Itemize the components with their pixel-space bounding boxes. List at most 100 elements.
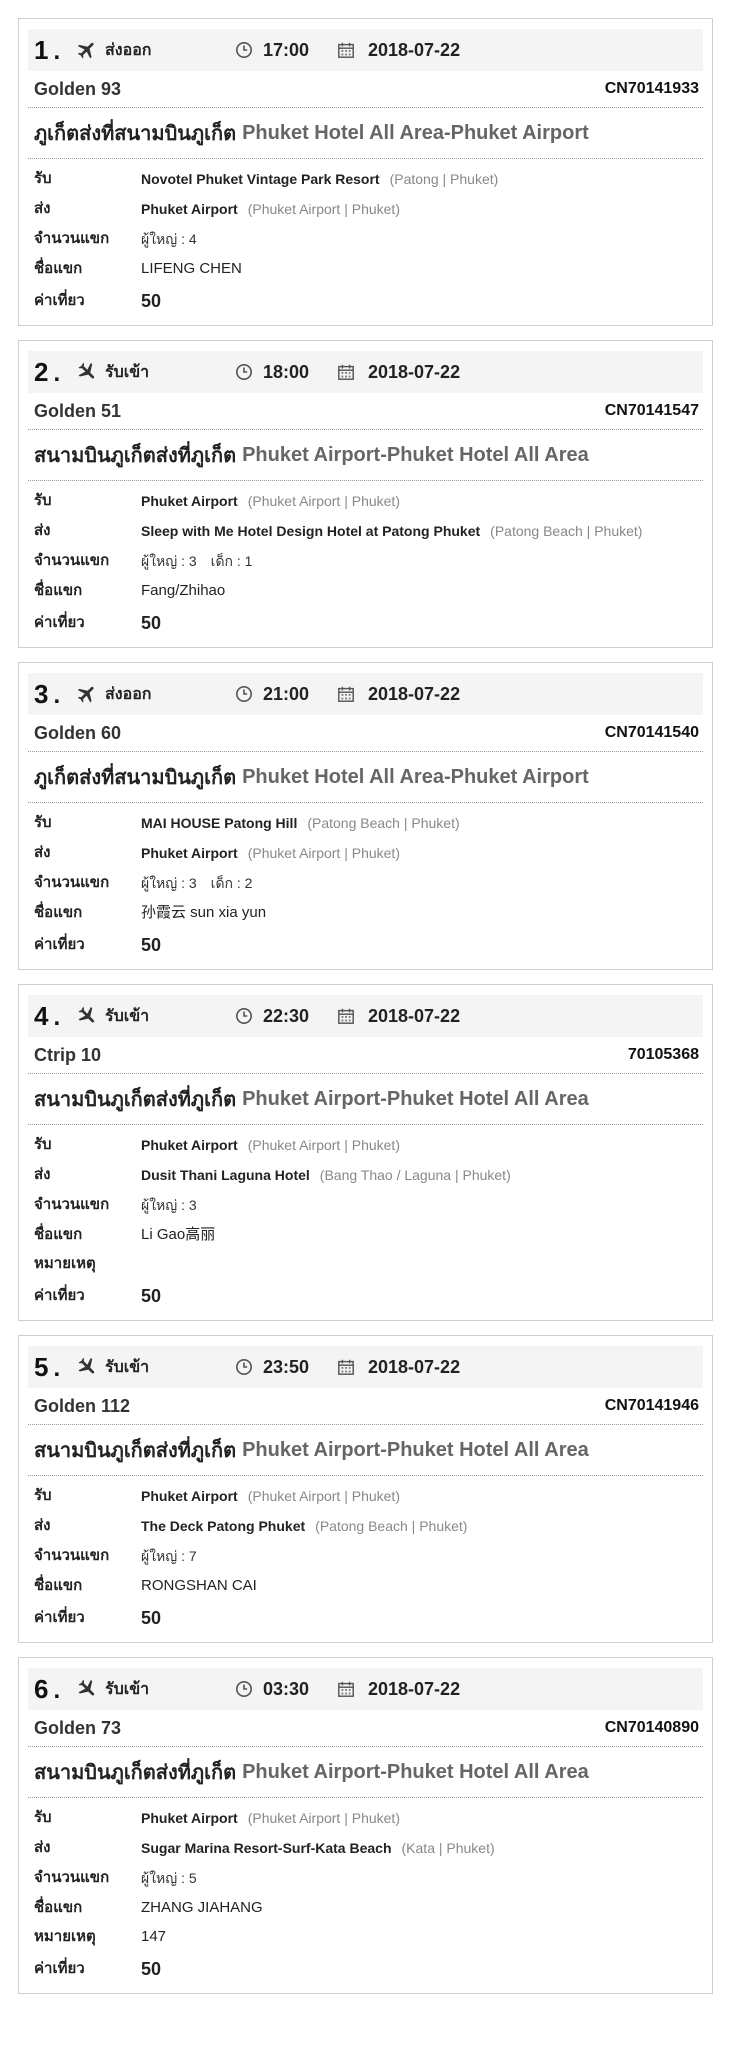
pickup-value: Phuket Airport (Phuket Airport | Phuket) xyxy=(141,491,703,512)
fare-amount: 50 xyxy=(141,1959,162,1979)
guest-count-row: จำนวนแขก ผู้ใหญ่ : 3 เด็ก : 2 xyxy=(34,873,703,894)
booking-number: 5. xyxy=(34,1351,62,1382)
guest-count-label: จำนวนแขก xyxy=(34,874,110,891)
route-thai: สนามบินภูเก็ตส่งที่ภูเก็ต xyxy=(34,1762,237,1784)
fare-label: ค่าเที่ยว xyxy=(34,936,85,953)
vehicle-bar: Golden 60 CN70141540 xyxy=(28,715,703,752)
fare-value: 50 xyxy=(141,935,703,957)
dropoff-area: (Bang Thao / Laguna | Phuket) xyxy=(319,1167,511,1183)
pax-counts: ผู้ใหญ่ : 3 xyxy=(141,1197,197,1213)
guest-name-value: LIFENG CHEN xyxy=(141,259,703,279)
guest-name-row: ชื่อแขก Li Gao高丽 xyxy=(34,1225,703,1245)
pickup-place: Novotel Phuket Vintage Park Resort xyxy=(141,171,380,187)
dropoff-place: The Deck Patong Phuket xyxy=(141,1518,306,1534)
pickup-date: 2018-07-22 xyxy=(368,1356,461,1377)
fare-value: 50 xyxy=(141,613,703,635)
pickup-label: รับ xyxy=(34,814,52,831)
fare-value: 50 xyxy=(141,1959,703,1981)
booking-header: 6. รับเข้า 03:30 2018-07-22 xyxy=(28,1668,703,1710)
pickup-area: (Phuket Airport | Phuket) xyxy=(247,1488,400,1504)
guest-name-row: ชื่อแขก 孙霞云 sun xia yun xyxy=(34,903,703,923)
guest-count-value: ผู้ใหญ่ : 3 เด็ก : 1 xyxy=(141,551,703,572)
pax-counts: ผู้ใหญ่ : 5 xyxy=(141,1870,197,1886)
guest-name-row: ชื่อแขก ZHANG JIAHANG xyxy=(34,1898,703,1918)
clock-icon xyxy=(235,685,253,703)
guest-count-value: ผู้ใหญ่ : 7 xyxy=(141,1546,703,1567)
guest-name-label: ชื่อแขก xyxy=(34,1577,83,1594)
fare-label: ค่าเที่ยว xyxy=(34,1287,85,1304)
vehicle-name: Golden 73 xyxy=(34,1717,122,1738)
booking-details: รับ Phuket Airport (Phuket Airport | Phuke… xyxy=(28,1476,703,1630)
route-title: ภูเก็ตส่งที่สนามบินภูเก็ต Phuket Hotel A… xyxy=(28,108,703,159)
guest-count-row: จำนวนแขก ผู้ใหญ่ : 7 xyxy=(34,1546,703,1567)
pax-counts: ผู้ใหญ่ : 7 xyxy=(141,1548,197,1564)
route-title: ภูเก็ตส่งที่สนามบินภูเก็ต Phuket Hotel A… xyxy=(28,752,703,803)
dropoff-row: ส่ง Sugar Marina Resort-Surf-Kata Beach (K… xyxy=(34,1838,703,1859)
pickup-value: Phuket Airport (Phuket Airport | Phuket) xyxy=(141,1135,703,1156)
clock-icon xyxy=(235,1007,253,1025)
guest-count-label: จำนวนแขก xyxy=(34,230,110,247)
booking-details: รับ MAI HOUSE Patong Hill (Patong Beach | … xyxy=(28,803,703,957)
pickup-time: 17:00 xyxy=(263,39,310,60)
pickup-area: (Patong Beach | Phuket) xyxy=(307,815,460,831)
dropoff-place: Sugar Marina Resort-Surf-Kata Beach xyxy=(141,1840,392,1856)
dropoff-row: ส่ง Phuket Airport (Phuket Airport | Phuke… xyxy=(34,199,703,220)
fare-value: 50 xyxy=(141,1608,703,1630)
fare-amount: 50 xyxy=(141,935,162,955)
dropoff-value: Phuket Airport (Phuket Airport | Phuket) xyxy=(141,199,703,220)
calendar-icon xyxy=(338,1008,354,1024)
pickup-label: รับ xyxy=(34,1487,52,1504)
route-thai: สนามบินภูเก็ตส่งที่ภูเก็ต xyxy=(34,445,237,467)
dropoff-value: Sugar Marina Resort-Surf-Kata Beach (Kata… xyxy=(141,1838,703,1859)
calendar-icon xyxy=(338,1359,354,1375)
child-count: เด็ก : 2 xyxy=(210,875,253,891)
dropoff-area: (Phuket Airport | Phuket) xyxy=(247,201,400,217)
pickup-value: Phuket Airport (Phuket Airport | Phuket) xyxy=(141,1486,703,1507)
route-english: Phuket Airport-Phuket Hotel All Area xyxy=(242,1760,589,1783)
guest-name-value: RONGSHAN CAI xyxy=(141,1576,703,1596)
plane-arrival-icon xyxy=(78,362,95,379)
guest-count-label: จำนวนแขก xyxy=(34,552,110,569)
plane-arrival-icon xyxy=(78,1006,95,1023)
vehicle-name: Ctrip 10 xyxy=(34,1044,102,1065)
pickup-date: 2018-07-22 xyxy=(368,39,461,60)
booking-code: CN70141540 xyxy=(604,724,699,741)
fare-amount: 50 xyxy=(141,291,162,311)
note-label: หมายเหตุ xyxy=(34,1255,96,1272)
route-thai: ภูเก็ตส่งที่สนามบินภูเก็ต xyxy=(34,123,237,145)
direction-label: รับเข้า xyxy=(105,363,150,381)
pickup-value: MAI HOUSE Patong Hill (Patong Beach | Phu… xyxy=(141,813,703,834)
fare-value: 50 xyxy=(141,1286,703,1308)
dropoff-label: ส่ง xyxy=(34,522,51,539)
guest-count-value: ผู้ใหญ่ : 4 xyxy=(141,229,703,250)
fare-row: ค่าเที่ยว 50 xyxy=(34,291,703,313)
note-label: หมายเหตุ xyxy=(34,1928,96,1945)
pickup-value: Phuket Airport (Phuket Airport | Phuket) xyxy=(141,1808,703,1829)
dropoff-label: ส่ง xyxy=(34,200,51,217)
pickup-time: 23:50 xyxy=(263,1356,310,1377)
dropoff-place: Sleep with Me Hotel Design Hotel at Pato… xyxy=(141,523,481,539)
booking-list: 1. ส่งออก 17:00 2018-07-22 Golden 93 CN7… xyxy=(0,0,731,1994)
booking-card: 3. ส่งออก 21:00 2018-07-22 Golden 60 CN7… xyxy=(18,662,713,970)
guest-count-row: จำนวนแขก ผู้ใหญ่ : 4 xyxy=(34,229,703,250)
booking-number: 1. xyxy=(34,34,62,65)
clock-icon xyxy=(235,1358,253,1376)
pickup-place: MAI HOUSE Patong Hill xyxy=(141,815,298,831)
pickup-label: รับ xyxy=(34,492,52,509)
guest-name-value: 孙霞云 sun xia yun xyxy=(141,903,703,923)
pickup-row: รับ Phuket Airport (Phuket Airport | Phuke… xyxy=(34,1486,703,1507)
fare-label: ค่าเที่ยว xyxy=(34,1960,85,1977)
booking-card: 2. รับเข้า 18:00 2018-07-22 Golden 51 CN… xyxy=(18,340,713,648)
fare-row: ค่าเที่ยว 50 xyxy=(34,613,703,635)
booking-card: 4. รับเข้า 22:30 2018-07-22 Ctrip 10 701… xyxy=(18,984,713,1321)
booking-header: 4. รับเข้า 22:30 2018-07-22 xyxy=(28,995,703,1037)
dropoff-value: Phuket Airport (Phuket Airport | Phuket) xyxy=(141,843,703,864)
guest-count-value: ผู้ใหญ่ : 3 เด็ก : 2 xyxy=(141,873,703,894)
guest-count-label: จำนวนแขก xyxy=(34,1196,110,1213)
dropoff-value: Dusit Thani Laguna Hotel (Bang Thao / Lag… xyxy=(141,1165,703,1186)
dropoff-place: Phuket Airport xyxy=(141,201,238,217)
adult-count: ผู้ใหญ่ : 3 xyxy=(141,553,197,569)
vehicle-bar: Golden 51 CN70141547 xyxy=(28,393,703,430)
vehicle-bar: Golden 112 CN70141946 xyxy=(28,1388,703,1425)
guest-name-text: Fang/Zhihao xyxy=(141,582,226,599)
